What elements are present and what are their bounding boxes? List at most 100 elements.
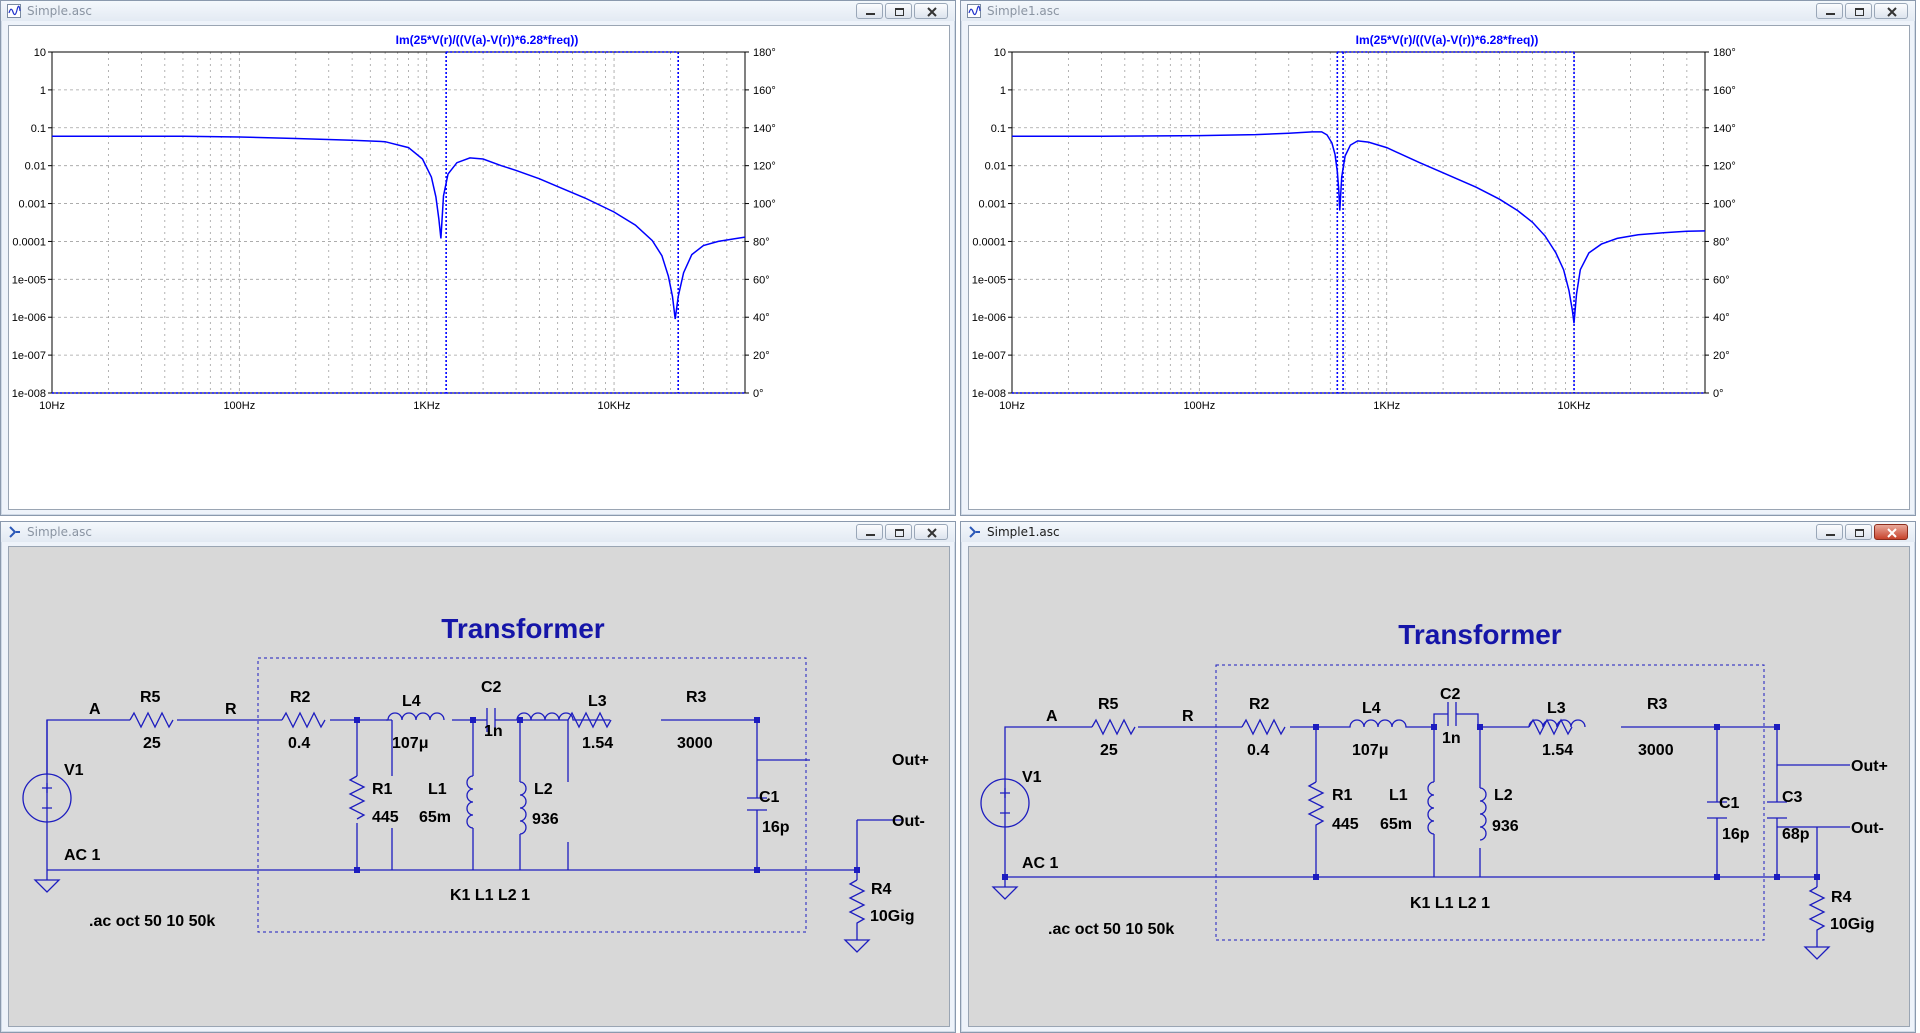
r3-name[interactable]: R3 (686, 689, 707, 706)
r3-name[interactable]: R3 (1647, 696, 1668, 713)
out-plus-label[interactable]: Out+ (1851, 758, 1888, 775)
schematic-window-simple[interactable]: Simple.asc Transformer A R R5 25 R2 0.4 … (0, 521, 956, 1033)
l3-name[interactable]: L3 (588, 693, 607, 710)
r1-name[interactable]: R1 (372, 781, 393, 798)
r5-name[interactable]: R5 (140, 689, 161, 706)
title-bar[interactable]: Simple1.asc (961, 522, 1915, 542)
title-bar[interactable]: Simple.asc (1, 522, 955, 542)
l2-name[interactable]: L2 (534, 781, 553, 798)
schematic[interactable]: Transformer A R R5 25 R2 0.4 L4 107μ C2 … (9, 547, 949, 1026)
out-minus-label[interactable]: Out- (1851, 820, 1884, 837)
r4-value[interactable]: 10Gig (1830, 916, 1874, 933)
maximize-button[interactable] (1845, 3, 1872, 19)
l2-value[interactable]: 936 (1492, 818, 1519, 835)
c3-name[interactable]: C3 (1782, 789, 1803, 806)
v1-name[interactable]: V1 (1022, 769, 1042, 786)
inductor-l1[interactable] (1427, 781, 1435, 835)
v1-value[interactable]: AC 1 (1022, 855, 1059, 872)
resistor-r2[interactable] (1241, 718, 1286, 736)
l4-value[interactable]: 107μ (1352, 742, 1388, 759)
r5-value[interactable]: 25 (1100, 742, 1118, 759)
c1-value[interactable]: 16p (762, 819, 790, 836)
title-bar[interactable]: Simple1.asc (961, 1, 1915, 21)
close-button[interactable] (1874, 3, 1908, 19)
inductor-l1[interactable] (466, 775, 474, 829)
inductor-l3[interactable] (1528, 719, 1586, 728)
minimize-button[interactable] (1816, 3, 1843, 19)
restore-button[interactable] (1845, 524, 1872, 540)
r2-name[interactable]: R2 (1249, 696, 1270, 713)
inductor-l2[interactable] (1479, 787, 1487, 841)
resistor-r5[interactable] (1091, 718, 1136, 736)
magnitude-trace[interactable] (52, 135, 746, 320)
l1-name[interactable]: L1 (428, 781, 447, 798)
coupling-directive[interactable]: K1 L1 L2 1 (1410, 895, 1490, 912)
inductor-l4[interactable] (1348, 719, 1412, 728)
schematic-heading[interactable]: Transformer (1398, 619, 1561, 650)
net-label-a[interactable]: A (1046, 708, 1058, 725)
restore-button[interactable] (885, 524, 912, 540)
plot-window-simple1[interactable]: Simple1.asc Im(25*V(r)/((V(a)-V(r))*6.28… (960, 0, 1916, 516)
resistor-r2[interactable] (281, 711, 326, 729)
schematic-heading[interactable]: Transformer (441, 613, 604, 644)
c2-name[interactable]: C2 (1440, 686, 1461, 703)
plot-pane[interactable]: Im(25*V(r)/((V(a)-V(r))*6.28*freq)) 10 1 0… (968, 25, 1910, 510)
maximize-button[interactable] (885, 3, 912, 19)
r2-value[interactable]: 0.4 (288, 735, 310, 752)
resistor-r3[interactable] (1528, 718, 1573, 736)
c2-name[interactable]: C2 (481, 679, 502, 696)
minimize-button[interactable] (856, 524, 883, 540)
l4-name[interactable]: L4 (402, 693, 421, 710)
resistor-r5[interactable] (129, 711, 174, 729)
net-label-r[interactable]: R (225, 701, 237, 718)
r5-name[interactable]: R5 (1098, 696, 1119, 713)
c2-value[interactable]: 1n (1442, 730, 1461, 747)
resistor-r4[interactable] (848, 879, 866, 940)
v1-value[interactable]: AC 1 (64, 847, 101, 864)
schematic-window-simple1[interactable]: Simple1.asc Transformer A R R5 25 R2 0.4… (960, 521, 1916, 1033)
net-label-r[interactable]: R (1182, 708, 1194, 725)
r3-value[interactable]: 3000 (677, 735, 713, 752)
out-minus-label[interactable]: Out- (892, 813, 925, 830)
trace-label[interactable]: Im(25*V(r)/((V(a)-V(r))*6.28*freq)) (1356, 33, 1539, 47)
schematic[interactable]: Transformer A R R5 25 R2 0.4 L4 107μ C2 … (969, 547, 1909, 1026)
inductor-l3[interactable] (516, 712, 610, 721)
coupling-directive[interactable]: K1 L1 L2 1 (450, 887, 530, 904)
l1-value[interactable]: 65m (1380, 816, 1412, 833)
close-button[interactable] (914, 3, 948, 19)
analysis-directive[interactable]: .ac oct 50 10 50k (89, 913, 215, 930)
r4-name[interactable]: R4 (1831, 889, 1852, 906)
capacitor-c2[interactable] (1433, 702, 1479, 727)
v1-name[interactable]: V1 (64, 762, 84, 779)
r2-name[interactable]: R2 (290, 689, 311, 706)
net-label-a[interactable]: A (89, 701, 101, 718)
c2-value[interactable]: 1n (484, 723, 503, 740)
l2-value[interactable]: 936 (532, 811, 559, 828)
out-plus-label[interactable]: Out+ (892, 752, 929, 769)
schematic-canvas[interactable]: Transformer A R R5 25 R2 0.4 L4 107μ C2 … (8, 546, 950, 1027)
r1-value[interactable]: 445 (1332, 816, 1359, 833)
waveform-plot[interactable]: Im(25*V(r)/((V(a)-V(r))*6.28*freq)) 1010… (969, 26, 1909, 509)
plot-pane[interactable]: Im(25*V(r)/((V(a)-V(r))*6.28*freq)) 10 1 0… (8, 25, 950, 510)
resistor-r4[interactable] (1808, 886, 1826, 947)
l2-name[interactable]: L2 (1494, 787, 1513, 804)
r1-value[interactable]: 445 (372, 809, 399, 826)
r1-name[interactable]: R1 (1332, 787, 1353, 804)
schematic-canvas[interactable]: Transformer A R R5 25 R2 0.4 L4 107μ C2 … (968, 546, 1910, 1027)
c1-name[interactable]: C1 (1719, 795, 1740, 812)
transformer-boundary[interactable] (257, 657, 807, 933)
close-button[interactable] (1874, 524, 1908, 540)
plot-window-simple[interactable]: Simple.asc Im(25*V(r)/((V(a)-V(r))*6.28*… (0, 0, 956, 516)
close-button[interactable] (914, 524, 948, 540)
analysis-directive[interactable]: .ac oct 50 10 50k (1048, 921, 1174, 938)
l1-name[interactable]: L1 (1389, 787, 1408, 804)
minimize-button[interactable] (1816, 524, 1843, 540)
inductor-l4[interactable] (386, 712, 445, 721)
c3-value[interactable]: 68p (1782, 826, 1810, 843)
r4-value[interactable]: 10Gig (870, 908, 914, 925)
l4-value[interactable]: 107μ (392, 735, 428, 752)
l3-name[interactable]: L3 (1547, 700, 1566, 717)
r4-name[interactable]: R4 (871, 881, 892, 898)
r2-value[interactable]: 0.4 (1247, 742, 1269, 759)
c1-name[interactable]: C1 (759, 789, 780, 806)
